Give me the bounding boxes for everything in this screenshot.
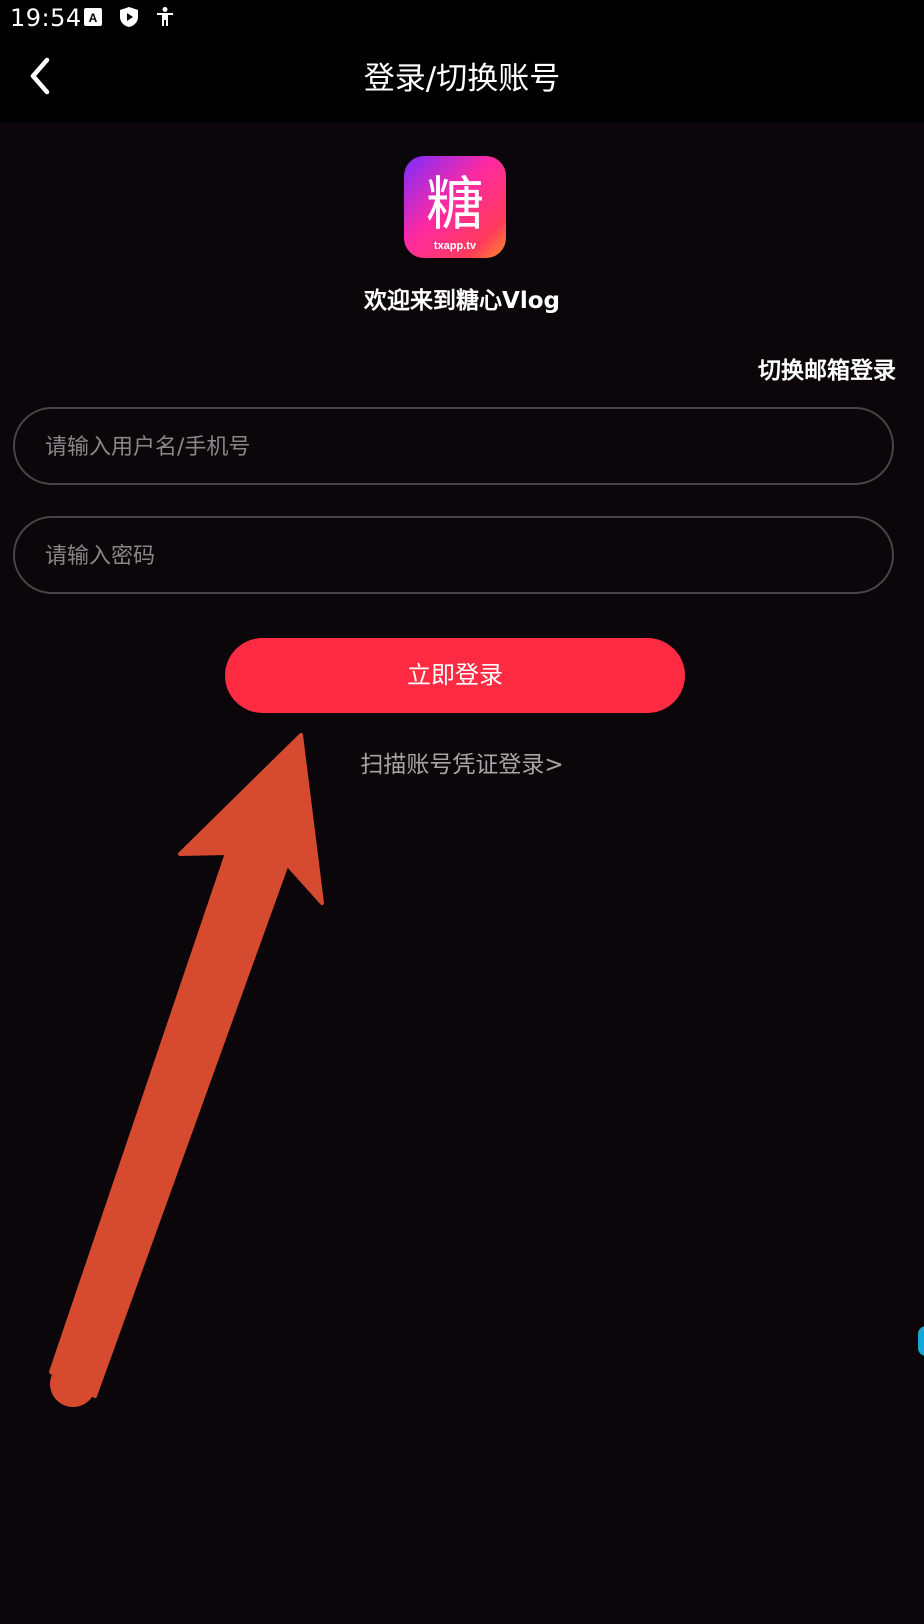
username-field[interactable]	[13, 407, 894, 485]
floating-edge-handle[interactable]	[918, 1326, 924, 1356]
welcome-text: 欢迎来到糖心Vlog	[364, 288, 560, 314]
keyboard-a-icon: A	[82, 6, 104, 28]
logo-glyph: 糖	[426, 170, 484, 238]
logo-subtext: txapp.tv	[434, 240, 477, 252]
top-app-bar: 登录/切换账号	[0, 36, 924, 122]
accessibility-icon	[154, 6, 176, 28]
password-field[interactable]	[13, 516, 894, 594]
username-input[interactable]	[43, 409, 867, 485]
shield-play-icon	[118, 6, 140, 28]
login-button[interactable]: 立即登录	[225, 638, 685, 713]
switch-email-login-link[interactable]: 切换邮箱登录	[758, 352, 896, 390]
scan-credential-login-link[interactable]: 扫描账号凭证登录>	[0, 746, 924, 784]
login-screen: 19:54 A 登录/切换账号 糖 txapp.tv 欢迎来到糖心Vlog 切换…	[0, 0, 924, 1624]
status-bar: 19:54 A	[0, 0, 924, 36]
page-title: 登录/切换账号	[363, 61, 561, 97]
app-logo: 糖 txapp.tv	[404, 156, 506, 258]
status-time: 19:54	[10, 4, 82, 32]
password-input[interactable]	[43, 518, 867, 594]
svg-text:A: A	[89, 11, 98, 25]
